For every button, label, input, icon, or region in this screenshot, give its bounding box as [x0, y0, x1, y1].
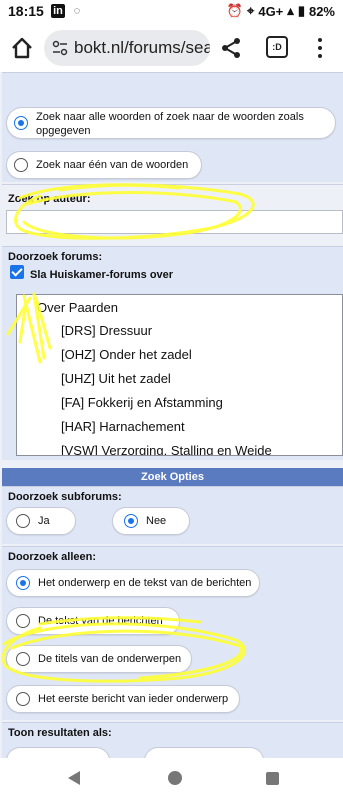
radio-first-post-label: Het eerste bericht van ieder onderwerp — [38, 693, 229, 705]
radio-any-word-circle[interactable] — [14, 158, 28, 172]
radio-text-only-circle[interactable] — [16, 614, 30, 628]
author-label: Zoek op auteur: — [8, 193, 91, 205]
radio-text-only-label: De tekst van de berichten — [38, 615, 163, 627]
radio-first-post-circle[interactable] — [16, 692, 30, 706]
status-time: 18:15 — [8, 3, 44, 19]
overflow-menu-icon[interactable] — [314, 36, 326, 60]
url-text: bokt.nl/forums/sea — [74, 38, 210, 57]
linkedin-icon: in — [51, 4, 65, 18]
signal-icon: ▴ — [287, 3, 294, 18]
recent-apps-icon[interactable] — [266, 772, 279, 785]
search-options-header: Zoek Opties — [2, 468, 343, 486]
home-icon[interactable] — [8, 34, 36, 62]
author-input[interactable] — [6, 210, 343, 234]
radio-all-words[interactable]: Zoek naar alle woorden of zoek naar de w… — [6, 107, 336, 139]
share-icon[interactable] — [219, 36, 243, 60]
radio-subforums-no-circle[interactable] — [124, 514, 138, 528]
radio-subject-and-text-circle[interactable] — [16, 576, 30, 590]
site-settings-icon[interactable] — [52, 40, 68, 56]
radio-subforums-yes-circle[interactable] — [16, 514, 30, 528]
show-results-panel: Toon resultaten als: — [2, 722, 343, 758]
forum-option[interactable]: Over Paarden — [37, 300, 118, 315]
page-content: Zoek naar alle woorden of zoek naar de w… — [0, 72, 343, 758]
radio-subforums-yes-label: Ja — [38, 515, 50, 527]
forums-listbox[interactable]: Over Paarden [DRS] Dressuur [OHZ] Onder … — [16, 294, 343, 456]
search-mode-panel: Zoek naar alle woorden of zoek naar de w… — [2, 72, 343, 182]
tab-switcher-button[interactable]: :D — [266, 36, 288, 58]
search-only-label: Doorzoek alleen: — [8, 551, 97, 563]
subforums-label: Doorzoek subforums: — [8, 491, 122, 503]
radio-all-words-circle[interactable] — [14, 116, 28, 130]
browser-toolbar: bokt.nl/forums/sea :D — [0, 24, 343, 72]
radio-first-post[interactable]: Het eerste bericht van ieder onderwerp — [6, 685, 240, 713]
forum-option[interactable]: [UHZ] Uit het zadel — [61, 371, 171, 386]
battery-label: 82% — [308, 3, 335, 19]
radio-subforums-no[interactable]: Nee — [112, 507, 190, 535]
radio-subject-and-text-label: Het onderwerp en de tekst van de bericht… — [38, 577, 252, 589]
radio-text-only[interactable]: De tekst van de berichten — [6, 607, 180, 635]
back-icon[interactable] — [68, 771, 80, 785]
subforums-panel: Doorzoek subforums: Ja Nee — [2, 486, 343, 544]
system-nav-bar — [0, 758, 343, 800]
home-circle-icon[interactable] — [168, 771, 182, 785]
forum-option[interactable]: [HAR] Harnachement — [61, 419, 185, 434]
address-bar[interactable]: bokt.nl/forums/sea — [44, 30, 210, 66]
radio-subforums-yes[interactable]: Ja — [6, 507, 76, 535]
radio-titles-only-label: De titels van de onderwerpen — [38, 653, 182, 665]
forum-option[interactable]: [OHZ] Onder het zadel — [61, 347, 192, 362]
radio-titles-only[interactable]: De titels van de onderwerpen — [6, 645, 192, 673]
alarm-icon: ⏰ — [226, 3, 244, 18]
status-right: ⏰ ⌖ 4G+ ▴ ▮ 82% — [227, 3, 335, 19]
forum-option[interactable]: [FA] Fokkerij en Afstamming — [61, 395, 223, 410]
forums-label: Doorzoek forums: — [8, 251, 103, 263]
show-results-label: Toon resultaten als: — [8, 727, 112, 739]
radio-results-posts[interactable] — [6, 747, 110, 758]
status-bar: 18:15 in ◌ ⏰ ⌖ 4G+ ▴ ▮ 82% — [0, 0, 343, 24]
skip-lounge-checkbox[interactable] — [10, 265, 24, 279]
radio-any-word[interactable]: Zoek naar één van de woorden — [6, 151, 202, 179]
radio-any-word-label: Zoek naar één van de woorden — [36, 159, 189, 171]
whatsapp-icon: ◌ — [73, 5, 81, 17]
radio-subforums-no-label: Nee — [146, 515, 167, 527]
battery-icon: ▮ — [297, 3, 305, 18]
search-only-panel: Doorzoek alleen: Het onderwerp en de tek… — [2, 546, 343, 720]
screen: 18:15 in ◌ ⏰ ⌖ 4G+ ▴ ▮ 82% bokt.nl/forum… — [0, 0, 343, 800]
radio-results-topics[interactable] — [144, 747, 264, 758]
forum-option[interactable]: [VSW] Verzorging, Stalling en Weide — [61, 443, 272, 455]
forum-option[interactable]: [DRS] Dressuur — [61, 323, 152, 338]
skip-lounge-label: Sla Huiskamer-forums over — [30, 269, 174, 281]
radio-titles-only-circle[interactable] — [16, 652, 30, 666]
location-icon: ⌖ — [247, 3, 255, 18]
radio-all-words-label: Zoek naar alle woorden of zoek naar de w… — [36, 111, 304, 137]
radio-subject-and-text[interactable]: Het onderwerp en de tekst van de bericht… — [6, 569, 260, 597]
network-label: 4G+ — [258, 3, 284, 19]
